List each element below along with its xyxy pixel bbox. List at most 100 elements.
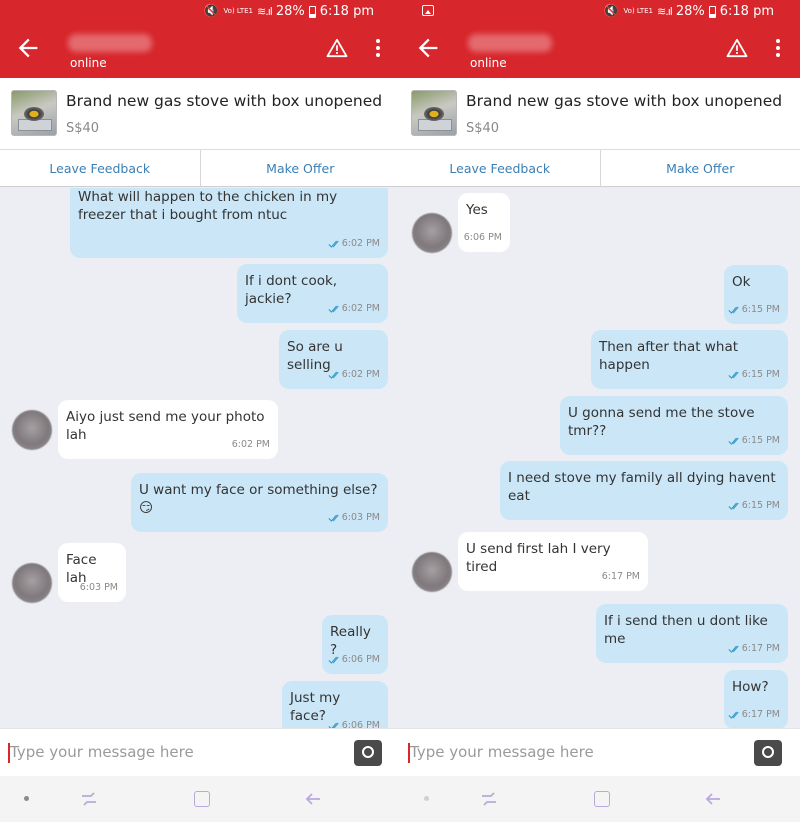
message-time: 6:03 PM [328,509,380,527]
received-message[interactable]: Aiyo just send me your photo lah 6:02 PM [58,400,278,459]
avatar[interactable] [12,563,52,603]
nav-dot-icon [24,796,29,801]
system-back-icon[interactable] [304,790,322,808]
message-time: 6:03 PM [79,582,118,593]
listing-card[interactable]: Brand new gas stove with box unopened S$… [0,78,400,150]
sent-message[interactable]: U want my face or something else? 😏 6:03 … [131,473,388,532]
sent-message[interactable]: If i send then u dont like me 6:17 PM [596,604,788,663]
sent-message[interactable]: What will happen to the chicken in my fr… [70,188,388,258]
system-back-icon[interactable] [704,790,722,808]
read-receipt-icon [328,240,339,248]
battery-percent: 28% [675,4,705,19]
mute-icon: 🔇 [603,4,620,19]
chat-header: online [400,24,800,78]
listing-title: Brand new gas stove with box unopened [466,92,783,110]
online-status: online [70,56,107,70]
system-nav-bar [0,776,400,822]
read-receipt-icon [728,711,739,719]
read-receipt-icon [728,371,739,379]
message-time: 6:02 PM [328,300,380,318]
clock: 6:18 pm [719,4,774,19]
recents-icon[interactable] [80,791,98,807]
wifi-signal-icon: ≋.ıl [257,5,273,18]
more-options-icon[interactable] [368,38,388,58]
status-bar: 🔇 Vo) LTE1 ≋.ıl 28% 6:18 pm [0,0,400,24]
sent-message[interactable]: Just my face? 6:06 PM [282,681,388,728]
received-message[interactable]: U send first lah I very tired 6:17 PM [458,532,648,591]
wifi-signal-icon: ≋.ıl [657,5,673,18]
volte-icon: Vo) LTE1 [623,7,654,15]
message-time: 6:06 PM [328,651,380,669]
sent-message[interactable]: Ok 6:15 PM [724,265,788,324]
listing-thumbnail [11,90,57,136]
message-text: How? [732,679,769,695]
received-message[interactable]: Face lah 6:03 PM [58,543,126,602]
message-time: 6:06 PM [463,232,502,243]
status-icons: 🔇 Vo) LTE1 ≋.ıl 28% 6:18 pm [603,4,774,19]
read-receipt-icon [328,656,339,664]
message-input[interactable]: Type your message here [410,743,594,761]
make-offer-button[interactable]: Make Offer [199,150,401,186]
gallery-notification-icon [422,5,434,16]
sent-message[interactable]: How? 6:17 PM [724,670,788,728]
message-text: Yes [466,202,488,218]
listing-actions: Leave Feedback Make Offer [400,150,800,187]
message-time: 6:17 PM [728,640,780,658]
camera-icon[interactable] [754,740,782,766]
battery-percent: 28% [275,4,305,19]
sent-message[interactable]: I need stove my family all dying havent … [500,461,788,520]
battery-icon [308,5,316,18]
message-time: 6:02 PM [231,439,270,450]
read-receipt-icon [328,514,339,522]
chat-header: online [0,24,400,78]
avatar[interactable] [412,213,452,253]
camera-icon[interactable] [354,740,382,766]
chat-screen-right: 🔇 Vo) LTE1 ≋.ıl 28% 6:18 pm online Brand… [400,0,800,822]
chat-screen-left: 🔇 Vo) LTE1 ≋.ıl 28% 6:18 pm online Brand… [0,0,400,822]
listing-card[interactable]: Brand new gas stove with box unopened S$… [400,78,800,150]
avatar[interactable] [412,552,452,592]
read-receipt-icon [728,502,739,510]
mute-icon: 🔇 [203,4,220,19]
sent-message[interactable]: U gonna send me the stove tmr?? 6:15 PM [560,396,788,455]
listing-title: Brand new gas stove with box unopened [66,92,383,110]
recents-icon[interactable] [480,791,498,807]
contact-name-blurred [468,34,552,52]
listing-price: S$40 [66,121,100,136]
message-text: Ok [732,274,751,290]
read-receipt-icon [728,645,739,653]
message-time: 6:02 PM [328,366,380,384]
message-time: 6:17 PM [728,706,780,724]
system-nav-bar [400,776,800,822]
message-time: 6:06 PM [328,717,380,728]
report-warning-icon[interactable] [726,38,748,58]
read-receipt-icon [328,305,339,313]
battery-icon [708,5,716,18]
message-list[interactable]: What will happen to the chicken in my fr… [0,188,400,728]
home-icon[interactable] [194,791,210,807]
sent-message[interactable]: Really ? 6:06 PM [322,615,388,674]
status-bar: 🔇 Vo) LTE1 ≋.ıl 28% 6:18 pm [400,0,800,24]
message-time: 6:15 PM [728,301,780,319]
message-time: 6:15 PM [728,497,780,515]
message-input[interactable]: Type your message here [10,743,194,761]
listing-price: S$40 [466,121,500,136]
leave-feedback-button[interactable]: Leave Feedback [400,150,600,186]
report-warning-icon[interactable] [326,38,348,58]
listing-thumbnail [411,90,457,136]
message-composer: Type your message here [0,728,400,776]
make-offer-button[interactable]: Make Offer [599,150,800,186]
status-icons: 🔇 Vo) LTE1 ≋.ıl 28% 6:18 pm [203,4,374,19]
home-icon[interactable] [594,791,610,807]
more-options-icon[interactable] [768,38,788,58]
message-time: 6:02 PM [328,235,380,253]
sent-message[interactable]: So are u selling 6:02 PM [279,330,388,389]
avatar[interactable] [12,410,52,450]
back-arrow-icon[interactable] [14,34,42,62]
message-list[interactable]: Yes 6:06 PM Ok 6:15 PM Then after that what … [400,188,800,728]
received-message[interactable]: Yes 6:06 PM [458,193,510,252]
back-arrow-icon[interactable] [414,34,442,62]
sent-message[interactable]: If i dont cook, jackie? 6:02 PM [237,264,388,323]
leave-feedback-button[interactable]: Leave Feedback [0,150,200,186]
sent-message[interactable]: Then after that what happen 6:15 PM [591,330,788,389]
